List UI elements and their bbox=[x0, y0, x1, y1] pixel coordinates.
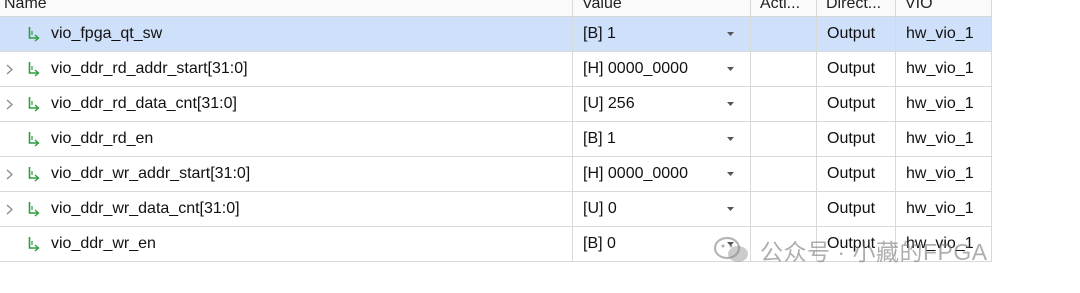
probe-direction: Output bbox=[827, 235, 876, 252]
name-cell: vio_ddr_wr_en bbox=[0, 227, 573, 261]
column-header-value[interactable]: Value bbox=[573, 0, 751, 16]
activity-cell bbox=[751, 87, 817, 121]
value-cell[interactable]: [B] 0 bbox=[573, 227, 751, 261]
dropdown-arrow-icon[interactable] bbox=[723, 192, 737, 226]
dropdown-arrow-icon[interactable] bbox=[723, 157, 737, 191]
dropdown-arrow-icon[interactable] bbox=[723, 227, 737, 261]
dropdown-arrow-icon[interactable] bbox=[723, 87, 737, 121]
probe-value[interactable]: [H] 0000_0000 bbox=[583, 52, 688, 86]
probe-output-icon bbox=[28, 237, 40, 252]
probe-value[interactable]: [B] 1 bbox=[583, 17, 616, 51]
table-row[interactable]: vio_ddr_wr_data_cnt[31:0] [U] 0 Output hw_v… bbox=[0, 192, 992, 227]
column-header-name[interactable]: Name bbox=[0, 0, 573, 16]
probe-vio: hw_vio_1 bbox=[906, 95, 974, 112]
table-row[interactable]: vio_ddr_wr_en [B] 0 Output hw_vio_1 bbox=[0, 227, 992, 262]
dropdown-arrow-icon[interactable] bbox=[723, 17, 737, 51]
vio-cell: hw_vio_1 bbox=[896, 17, 992, 51]
table-row[interactable]: vio_ddr_wr_addr_start[31:0] [H] 0000_0000… bbox=[0, 157, 992, 192]
probe-value[interactable]: [U] 0 bbox=[583, 192, 617, 226]
probe-value[interactable]: [U] 256 bbox=[583, 87, 635, 121]
column-header-direction[interactable]: Direct... bbox=[817, 0, 896, 16]
column-header-vio[interactable]: VIO bbox=[896, 0, 992, 16]
probe-name: vio_ddr_rd_data_cnt[31:0] bbox=[51, 95, 237, 112]
chevron-right-icon[interactable] bbox=[3, 87, 15, 121]
probe-name: vio_ddr_wr_data_cnt[31:0] bbox=[51, 200, 240, 217]
activity-cell bbox=[751, 157, 817, 191]
probe-vio: hw_vio_1 bbox=[906, 25, 974, 42]
chevron-right-icon[interactable] bbox=[3, 192, 15, 226]
probe-name: vio_fpga_qt_sw bbox=[51, 25, 163, 42]
value-cell[interactable]: [U] 256 bbox=[573, 87, 751, 121]
activity-cell bbox=[751, 17, 817, 51]
activity-cell bbox=[751, 52, 817, 86]
direction-cell: Output bbox=[817, 52, 896, 86]
probe-output-icon bbox=[28, 97, 40, 112]
value-cell[interactable]: [H] 0000_0000 bbox=[573, 52, 751, 86]
vio-cell: hw_vio_1 bbox=[896, 157, 992, 191]
probe-vio: hw_vio_1 bbox=[906, 235, 974, 252]
value-cell[interactable]: [U] 0 bbox=[573, 192, 751, 226]
table-row[interactable]: vio_ddr_rd_en [B] 1 Output hw_vio_1 bbox=[0, 122, 992, 157]
probe-direction: Output bbox=[827, 130, 876, 147]
activity-cell bbox=[751, 122, 817, 156]
name-cell: vio_ddr_rd_en bbox=[0, 122, 573, 156]
vio-cell: hw_vio_1 bbox=[896, 122, 992, 156]
vio-cell: hw_vio_1 bbox=[896, 227, 992, 261]
vio-cell: hw_vio_1 bbox=[896, 52, 992, 86]
direction-cell: Output bbox=[817, 122, 896, 156]
direction-cell: Output bbox=[817, 17, 896, 51]
vio-cell: hw_vio_1 bbox=[896, 192, 992, 226]
probe-name: vio_ddr_wr_en bbox=[51, 235, 156, 252]
direction-cell: Output bbox=[817, 192, 896, 226]
probe-direction: Output bbox=[827, 95, 876, 112]
name-cell: vio_ddr_wr_data_cnt[31:0] bbox=[0, 192, 573, 226]
name-cell: vio_fpga_qt_sw bbox=[0, 17, 573, 51]
probe-output-icon bbox=[28, 27, 40, 42]
probe-output-icon bbox=[28, 62, 40, 77]
vio-cell: hw_vio_1 bbox=[896, 87, 992, 121]
chevron-right-icon[interactable] bbox=[3, 157, 15, 191]
probe-value[interactable]: [B] 1 bbox=[583, 122, 616, 156]
probe-value[interactable]: [H] 0000_0000 bbox=[583, 157, 688, 191]
table-row[interactable]: vio_ddr_rd_data_cnt[31:0] [U] 256 Output hw… bbox=[0, 87, 992, 122]
table-row[interactable]: vio_fpga_qt_sw [B] 1 Output hw_vio_1 bbox=[0, 17, 992, 52]
table-header: Name Value Acti... Direct... VIO bbox=[0, 0, 992, 17]
direction-cell: Output bbox=[817, 157, 896, 191]
probe-output-icon bbox=[28, 132, 40, 147]
probe-direction: Output bbox=[827, 60, 876, 77]
probe-name: vio_ddr_rd_en bbox=[51, 130, 154, 147]
table-row[interactable]: vio_ddr_rd_addr_start[31:0] [H] 0000_0000… bbox=[0, 52, 992, 87]
value-cell[interactable]: [B] 1 bbox=[573, 17, 751, 51]
dropdown-arrow-icon[interactable] bbox=[723, 122, 737, 156]
activity-cell bbox=[751, 192, 817, 226]
chevron-right-icon[interactable] bbox=[3, 52, 15, 86]
probe-output-icon bbox=[28, 167, 40, 182]
value-cell[interactable]: [B] 1 bbox=[573, 122, 751, 156]
probe-vio: hw_vio_1 bbox=[906, 60, 974, 77]
probe-value[interactable]: [B] 0 bbox=[583, 227, 616, 261]
probe-vio: hw_vio_1 bbox=[906, 200, 974, 217]
table-body: vio_fpga_qt_sw [B] 1 Output hw_vio_1 vio_ddr… bbox=[0, 17, 992, 262]
dropdown-arrow-icon[interactable] bbox=[723, 52, 737, 86]
probe-direction: Output bbox=[827, 25, 876, 42]
probe-direction: Output bbox=[827, 200, 876, 217]
name-cell: vio_ddr_wr_addr_start[31:0] bbox=[0, 157, 573, 191]
activity-cell bbox=[751, 227, 817, 261]
probe-vio: hw_vio_1 bbox=[906, 165, 974, 182]
probe-name: vio_ddr_wr_addr_start[31:0] bbox=[51, 165, 251, 182]
direction-cell: Output bbox=[817, 227, 896, 261]
vio-probe-table: Name Value Acti... Direct... VIO vio_fpg… bbox=[0, 0, 992, 262]
probe-vio: hw_vio_1 bbox=[906, 130, 974, 147]
probe-name: vio_ddr_rd_addr_start[31:0] bbox=[51, 60, 248, 77]
column-header-activity[interactable]: Acti... bbox=[751, 0, 817, 16]
probe-output-icon bbox=[28, 202, 40, 217]
direction-cell: Output bbox=[817, 87, 896, 121]
name-cell: vio_ddr_rd_data_cnt[31:0] bbox=[0, 87, 573, 121]
value-cell[interactable]: [H] 0000_0000 bbox=[573, 157, 751, 191]
probe-direction: Output bbox=[827, 165, 876, 182]
name-cell: vio_ddr_rd_addr_start[31:0] bbox=[0, 52, 573, 86]
